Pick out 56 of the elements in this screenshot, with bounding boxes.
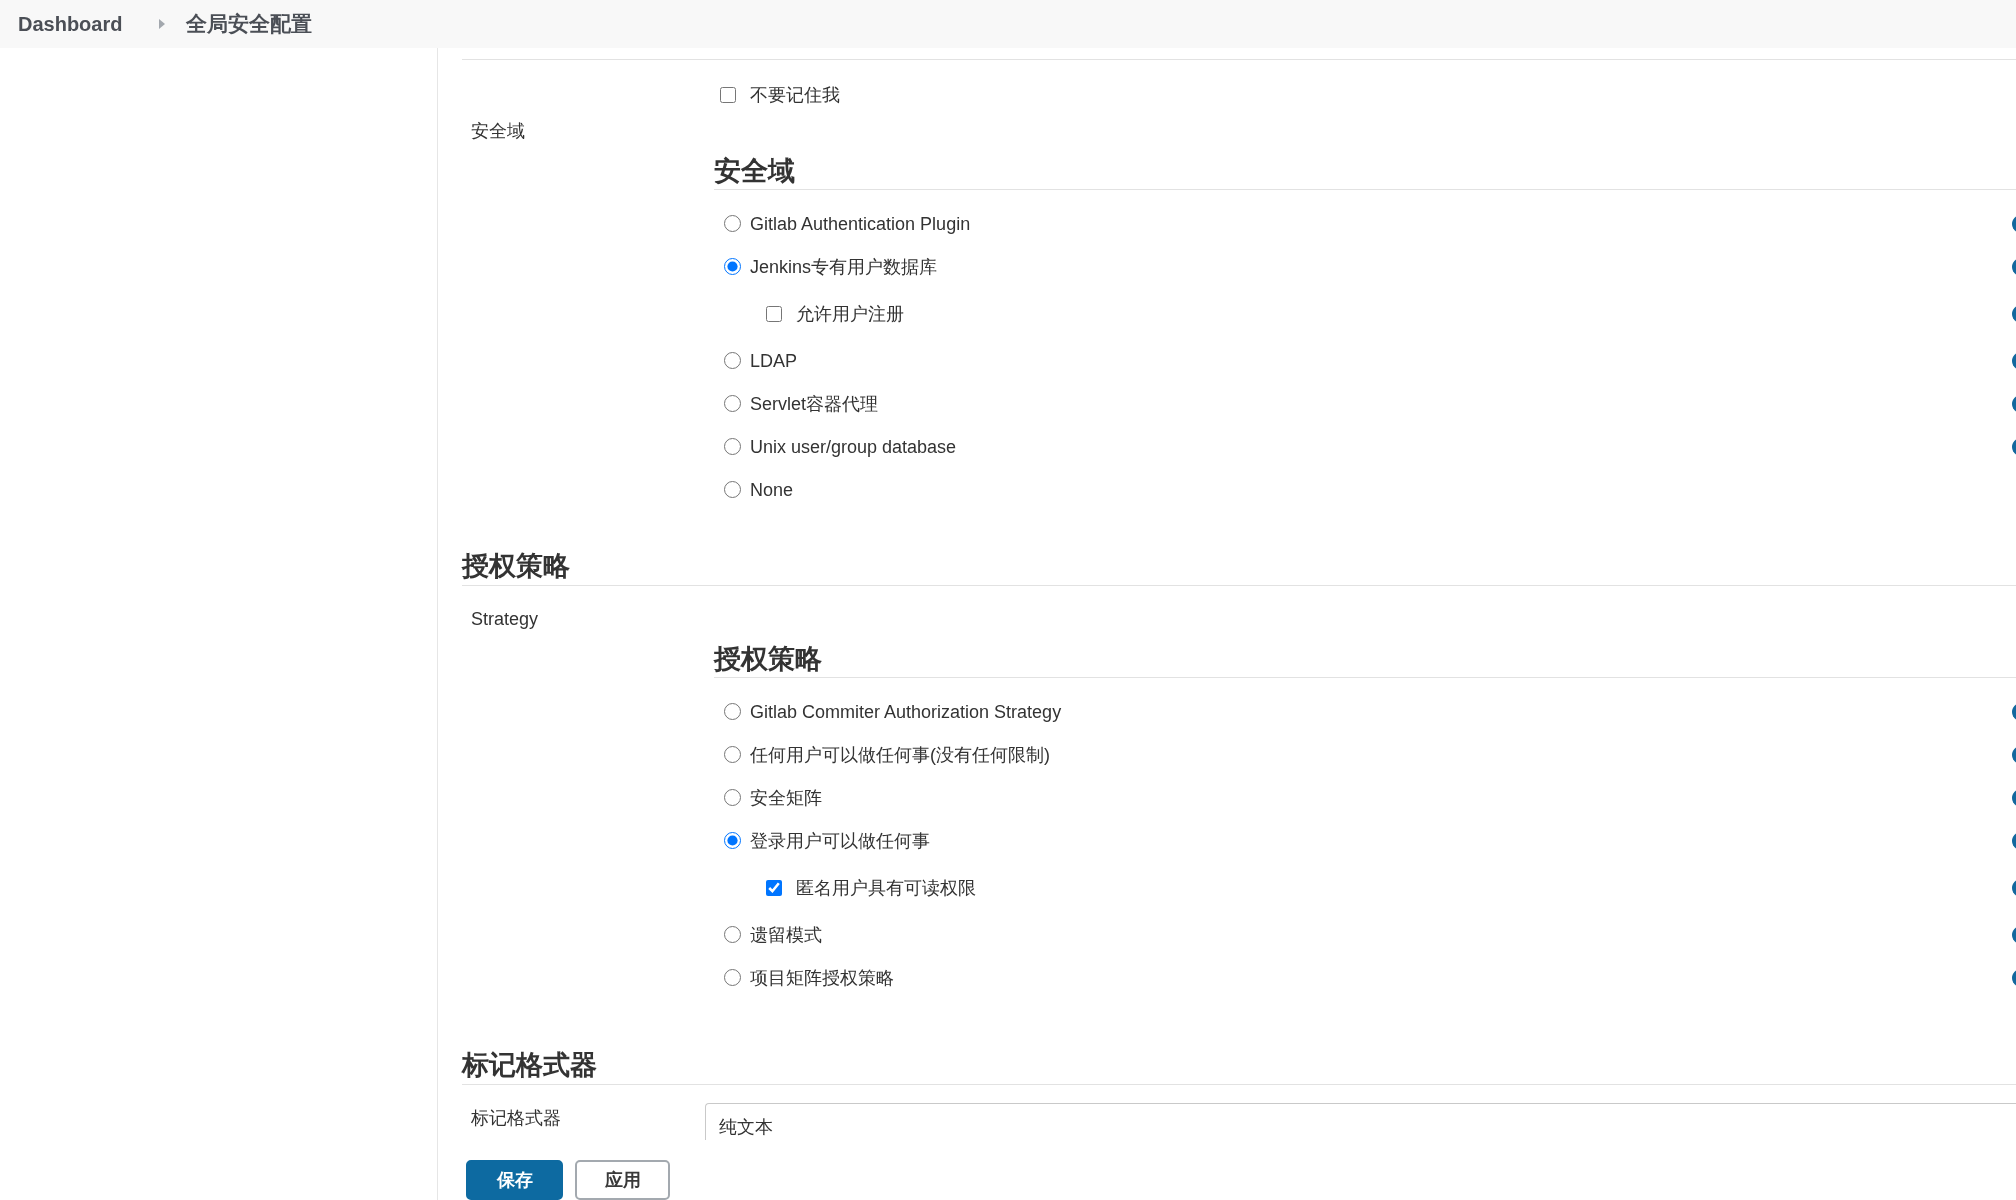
help-icon[interactable] [2012,925,2016,944]
subsection-heading: 安全域 [714,154,2016,190]
help-icon[interactable] [2012,304,2016,323]
help-icon[interactable] [2012,437,2016,456]
help-icon[interactable] [2012,878,2016,897]
section-heading: 授权策略 [462,549,2016,586]
help-icon[interactable] [2012,394,2016,413]
radio-label: 遗留模式 [750,923,822,947]
checkbox-label: 匿名用户具有可读权限 [796,876,976,900]
radio-label: Unix user/group database [750,435,957,459]
radio-button[interactable] [724,352,741,369]
apply-button[interactable]: 应用 [575,1160,670,1200]
checkbox-label: 允许用户注册 [796,302,904,326]
save-button[interactable]: 保存 [466,1160,563,1200]
radio-label: 任何用户可以做任何事(没有任何限制) [750,743,1050,767]
radio-button[interactable] [724,481,741,498]
help-icon[interactable] [2012,257,2016,276]
radio-button[interactable] [724,395,741,412]
radio-label: 登录用户可以做任何事 [750,829,930,853]
help-icon[interactable] [2012,831,2016,850]
radio-button[interactable] [724,969,741,986]
radio-button[interactable] [724,746,741,763]
subsection-heading: 授权策略 [714,642,2016,678]
section-heading: 标记格式器 [462,1048,2016,1085]
caret-right-icon [159,19,166,29]
radio-button[interactable] [724,438,741,455]
radio-label: Jenkins专有用户数据库 [750,255,938,279]
checkbox[interactable] [766,305,782,322]
radio-label: LDAP [750,349,798,373]
checkbox[interactable] [720,86,736,103]
radio-button[interactable] [724,703,741,720]
checkbox[interactable] [766,879,782,896]
radio-button[interactable] [724,926,741,943]
field-label: 安全域 [471,120,525,143]
radio-button[interactable] [724,215,741,232]
radio-button[interactable] [724,789,741,806]
help-icon[interactable] [2012,968,2016,987]
help-icon[interactable] [2012,745,2016,764]
checkbox-label: 不要记住我 [750,83,840,107]
select-field[interactable]: 纯文本 [705,1103,2016,1140]
radio-label: Servlet容器代理 [750,392,879,416]
field-label: Strategy [471,608,539,631]
breadcrumb-link[interactable]: 全局安全配置 [186,10,313,38]
help-icon[interactable] [2012,702,2016,721]
radio-button[interactable] [724,832,741,849]
radio-button[interactable] [724,258,741,275]
radio-label: Gitlab Commiter Authorization Strategy [750,700,1062,724]
help-icon[interactable] [2012,351,2016,370]
radio-label: Gitlab Authentication Plugin [750,212,971,236]
help-icon[interactable] [2012,788,2016,807]
radio-label: 项目矩阵授权策略 [750,966,894,990]
help-icon[interactable] [2012,214,2016,233]
field-label: 标记格式器 [471,1107,562,1130]
breadcrumb-link[interactable]: Dashboard [18,10,123,38]
radio-label: None [750,478,794,502]
radio-label: 安全矩阵 [750,786,822,810]
